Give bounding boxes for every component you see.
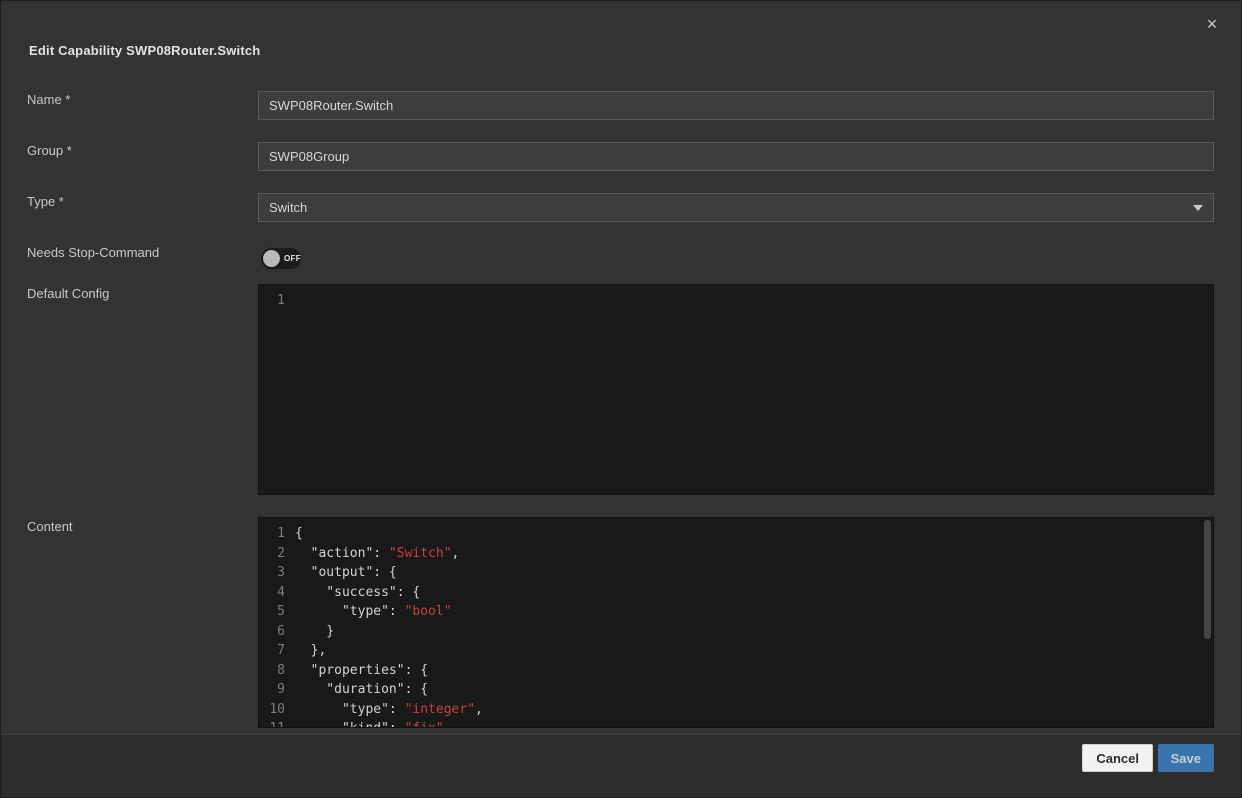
code-line: 8 "properties": { (259, 661, 1213, 681)
code-line: 2 "action": "Switch", (259, 544, 1213, 564)
code-line: 9 "duration": { (259, 680, 1213, 700)
group-input[interactable] (258, 142, 1214, 171)
default-config-label: Default Config (27, 286, 109, 301)
code-line: 3 "output": { (259, 563, 1213, 583)
content-editor-scrollbar[interactable] (1204, 520, 1211, 725)
name-input[interactable] (258, 91, 1214, 120)
code-line: 1{ (259, 524, 1213, 544)
needs-stop-command-toggle[interactable]: OFF (261, 248, 301, 269)
group-label: Group * (27, 143, 72, 158)
toggle-state-label: OFF (284, 254, 301, 263)
content-editor[interactable]: 1{2 "action": "Switch",3 "output": {4 "s… (258, 517, 1214, 728)
needs-stop-command-label: Needs Stop-Command (27, 245, 159, 260)
code-line: 1 (259, 291, 1213, 311)
toggle-knob (263, 250, 280, 267)
scrollbar-thumb[interactable] (1204, 520, 1211, 639)
code-line: 10 "type": "integer", (259, 700, 1213, 720)
close-icon[interactable]: × (1201, 13, 1223, 35)
edit-capability-dialog: Edit Capability SWP08Router.Switch × Nam… (0, 0, 1242, 798)
code-line: 7 }, (259, 641, 1213, 661)
dialog-title: Edit Capability SWP08Router.Switch (29, 43, 260, 58)
code-line: 6 } (259, 622, 1213, 642)
type-label: Type * (27, 194, 64, 209)
code-line: 4 "success": { (259, 583, 1213, 603)
default-config-editor[interactable]: 1 (258, 284, 1214, 495)
dialog-footer: Cancel Save (1, 734, 1241, 797)
save-button[interactable]: Save (1158, 744, 1214, 772)
type-selected-value: Switch (269, 200, 307, 215)
cancel-button[interactable]: Cancel (1082, 744, 1153, 772)
chevron-down-icon (1193, 205, 1203, 211)
code-line: 11 "kind": "fix" (259, 719, 1213, 728)
content-label: Content (27, 519, 73, 534)
type-select[interactable]: Switch (258, 193, 1214, 222)
code-line: 5 "type": "bool" (259, 602, 1213, 622)
name-label: Name * (27, 92, 70, 107)
